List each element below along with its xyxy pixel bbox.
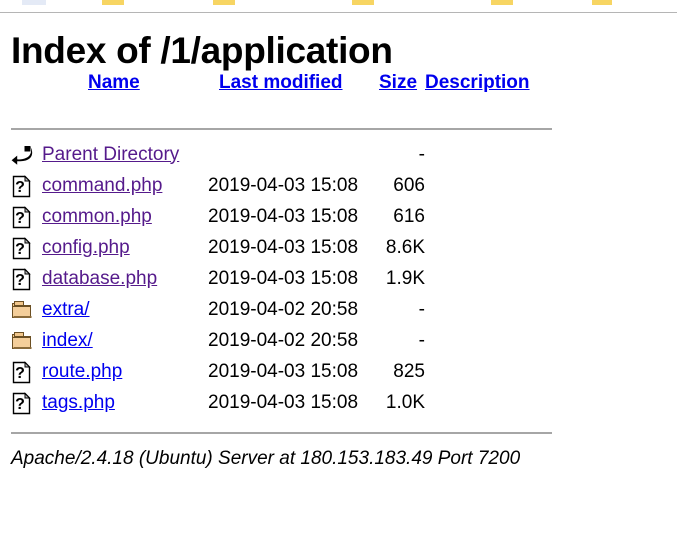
- unknown-file-icon: ?: [11, 174, 33, 198]
- browser-tab-mark: [592, 0, 612, 5]
- file-link[interactable]: config.php: [42, 238, 130, 257]
- column-header-size[interactable]: Size: [379, 73, 417, 92]
- browser-tab-mark: [491, 0, 513, 5]
- size-value: 1.9K: [385, 267, 425, 289]
- listing-row: ? command.php 2019-04-03 15:08 606: [0, 172, 677, 203]
- listing-row: ? common.php 2019-04-03 15:08 616: [0, 203, 677, 234]
- folder-icon: [11, 330, 33, 353]
- listing-row: extra/2019-04-02 20:58-: [0, 296, 677, 327]
- svg-text:?: ?: [15, 272, 25, 289]
- size-value: 1.0K: [385, 391, 425, 413]
- listing-row: ? config.php 2019-04-03 15:08 8.6K: [0, 234, 677, 265]
- file-link[interactable]: route.php: [42, 362, 122, 381]
- browser-chrome-strip: [0, 0, 677, 13]
- listing-row: Parent Directory -: [0, 141, 677, 172]
- server-signature: Apache/2.4.18 (Ubuntu) Server at 180.153…: [11, 447, 521, 469]
- listing-row: ? tags.php 2019-04-03 15:08 1.0K: [0, 389, 677, 420]
- browser-tab-mark: [213, 0, 235, 5]
- svg-text:?: ?: [15, 396, 25, 413]
- unknown-file-icon: ?: [11, 267, 33, 291]
- file-link[interactable]: common.php: [42, 207, 152, 226]
- size-value: 616: [393, 205, 425, 227]
- directory-index-page: Index of /1/application Name Last modifi…: [0, 14, 677, 470]
- file-link[interactable]: command.php: [42, 176, 162, 195]
- browser-tab-mark: [102, 0, 124, 5]
- unknown-file-icon: ?: [11, 236, 33, 260]
- listing-rows: Parent Directory -? command.php 2019-04-03 …: [0, 130, 677, 420]
- listing-row: ? route.php 2019-04-03 15:08 825: [0, 358, 677, 389]
- browser-tab-mark: [352, 0, 374, 5]
- folder-icon: [11, 299, 33, 322]
- unknown-file-icon: ?: [11, 391, 33, 415]
- column-header-description[interactable]: Description: [425, 73, 530, 92]
- file-link[interactable]: index/: [42, 331, 93, 350]
- size-value: -: [418, 298, 425, 320]
- unknown-file-icon: ?: [11, 205, 33, 229]
- size-value: -: [418, 143, 425, 165]
- directory-listing: Name Last modified Size Description Pare…: [0, 73, 677, 434]
- listing-row: ? database.php 2019-04-03 15:08 1.9K: [0, 265, 677, 296]
- svg-text:?: ?: [15, 241, 25, 258]
- svg-text:?: ?: [15, 210, 25, 227]
- back-icon: [11, 144, 33, 167]
- browser-tab-mark: [22, 0, 46, 5]
- parent-directory-link[interactable]: Parent Directory: [42, 145, 179, 164]
- file-link[interactable]: extra/: [42, 300, 90, 319]
- svg-text:?: ?: [15, 179, 25, 196]
- page-title: Index of /1/application: [11, 30, 393, 71]
- file-link[interactable]: database.php: [42, 269, 157, 288]
- size-value: 606: [393, 174, 425, 196]
- column-header-name[interactable]: Name: [88, 73, 140, 92]
- file-link[interactable]: tags.php: [42, 393, 115, 412]
- unknown-file-icon: ?: [11, 360, 33, 384]
- svg-text:?: ?: [15, 365, 25, 382]
- listing-row: index/2019-04-02 20:58-: [0, 327, 677, 358]
- listing-header-row: Name Last modified Size Description: [0, 73, 677, 114]
- column-header-last-modified[interactable]: Last modified: [219, 73, 343, 92]
- size-value: 825: [393, 360, 425, 382]
- size-value: -: [418, 329, 425, 351]
- size-value: 8.6K: [385, 236, 425, 258]
